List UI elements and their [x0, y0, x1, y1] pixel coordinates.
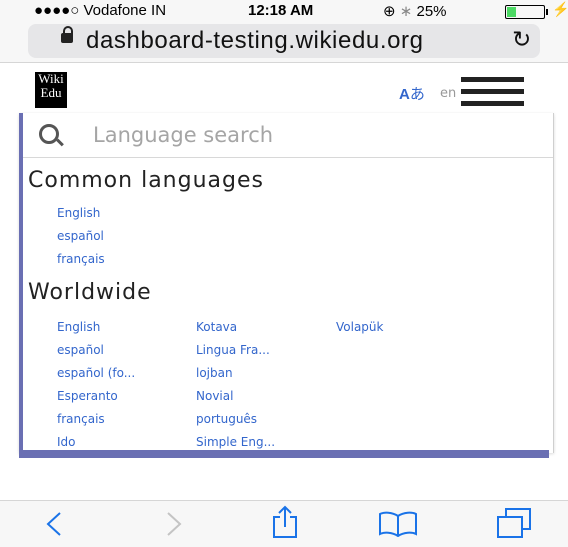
- language-code[interactable]: en: [440, 86, 456, 101]
- worldwide-language-link[interactable]: Kotava: [196, 320, 237, 334]
- battery-icon: [505, 5, 548, 19]
- worldwide-language-link[interactable]: English: [57, 320, 100, 334]
- worldwide-language-link[interactable]: lojban: [196, 366, 233, 380]
- site-header: Wiki Edu Aあ en: [0, 63, 568, 115]
- url-field[interactable]: dashboard-testing.wikiedu.org ↻: [28, 24, 540, 58]
- common-languages-heading: Common languages: [28, 168, 264, 193]
- share-icon[interactable]: [270, 505, 300, 539]
- forward-icon[interactable]: [164, 509, 186, 539]
- worldwide-language-link[interactable]: Ido: [57, 435, 76, 449]
- language-search-input[interactable]: [93, 122, 513, 148]
- wikiedu-logo[interactable]: Wiki Edu: [35, 72, 67, 108]
- common-language-link[interactable]: français: [57, 252, 105, 266]
- language-icon[interactable]: Aあ: [399, 83, 425, 104]
- status-bar: ●●●●○ Vodafone IN 12:18 AM ⊕ ∗ 25% ⚡: [0, 0, 568, 22]
- rotation-lock-icon: ⊕: [383, 3, 396, 20]
- panel-bottom-border: [19, 450, 549, 458]
- lock-icon: [61, 26, 73, 43]
- worldwide-language-link[interactable]: español: [57, 343, 104, 357]
- charging-icon: ⚡: [552, 1, 568, 17]
- worldwide-heading: Worldwide: [28, 280, 152, 305]
- worldwide-language-link[interactable]: Volapük: [336, 320, 383, 334]
- logo-text-line1: Wiki: [38, 71, 64, 86]
- url-text[interactable]: dashboard-testing.wikiedu.org: [86, 27, 424, 55]
- browser-toolbar: [0, 500, 568, 547]
- worldwide-language-link[interactable]: Novial: [196, 389, 233, 403]
- search-icon: [39, 124, 59, 144]
- worldwide-language-link[interactable]: português: [196, 412, 257, 426]
- worldwide-language-link[interactable]: français: [57, 412, 105, 426]
- worldwide-language-link[interactable]: Simple Eng...: [196, 435, 275, 449]
- battery-percent: 25%: [416, 3, 447, 20]
- worldwide-language-link[interactable]: Esperanto: [57, 389, 118, 403]
- language-search-row: [23, 113, 553, 158]
- back-icon[interactable]: [42, 509, 64, 539]
- common-language-link[interactable]: español: [57, 229, 104, 243]
- address-bar: dashboard-testing.wikiedu.org ↻: [0, 22, 568, 63]
- language-selector-panel: Common languages English español françai…: [19, 113, 554, 453]
- reload-icon[interactable]: ↻: [512, 27, 531, 53]
- status-icons: ⊕ ∗ 25%: [383, 2, 447, 20]
- carrier-label: ●●●●○ Vodafone IN: [34, 2, 167, 19]
- clock: 12:18 AM: [248, 2, 314, 19]
- common-language-link[interactable]: English: [57, 206, 100, 220]
- worldwide-language-link[interactable]: Lingua Fra...: [196, 343, 270, 357]
- menu-icon[interactable]: [461, 77, 524, 106]
- worldwide-language-link[interactable]: español (fo...: [57, 366, 135, 380]
- logo-text-line2: Edu: [40, 85, 62, 100]
- bluetooth-icon: ∗: [399, 3, 413, 20]
- tabs-icon[interactable]: [496, 507, 532, 539]
- bookmarks-icon[interactable]: [378, 511, 418, 537]
